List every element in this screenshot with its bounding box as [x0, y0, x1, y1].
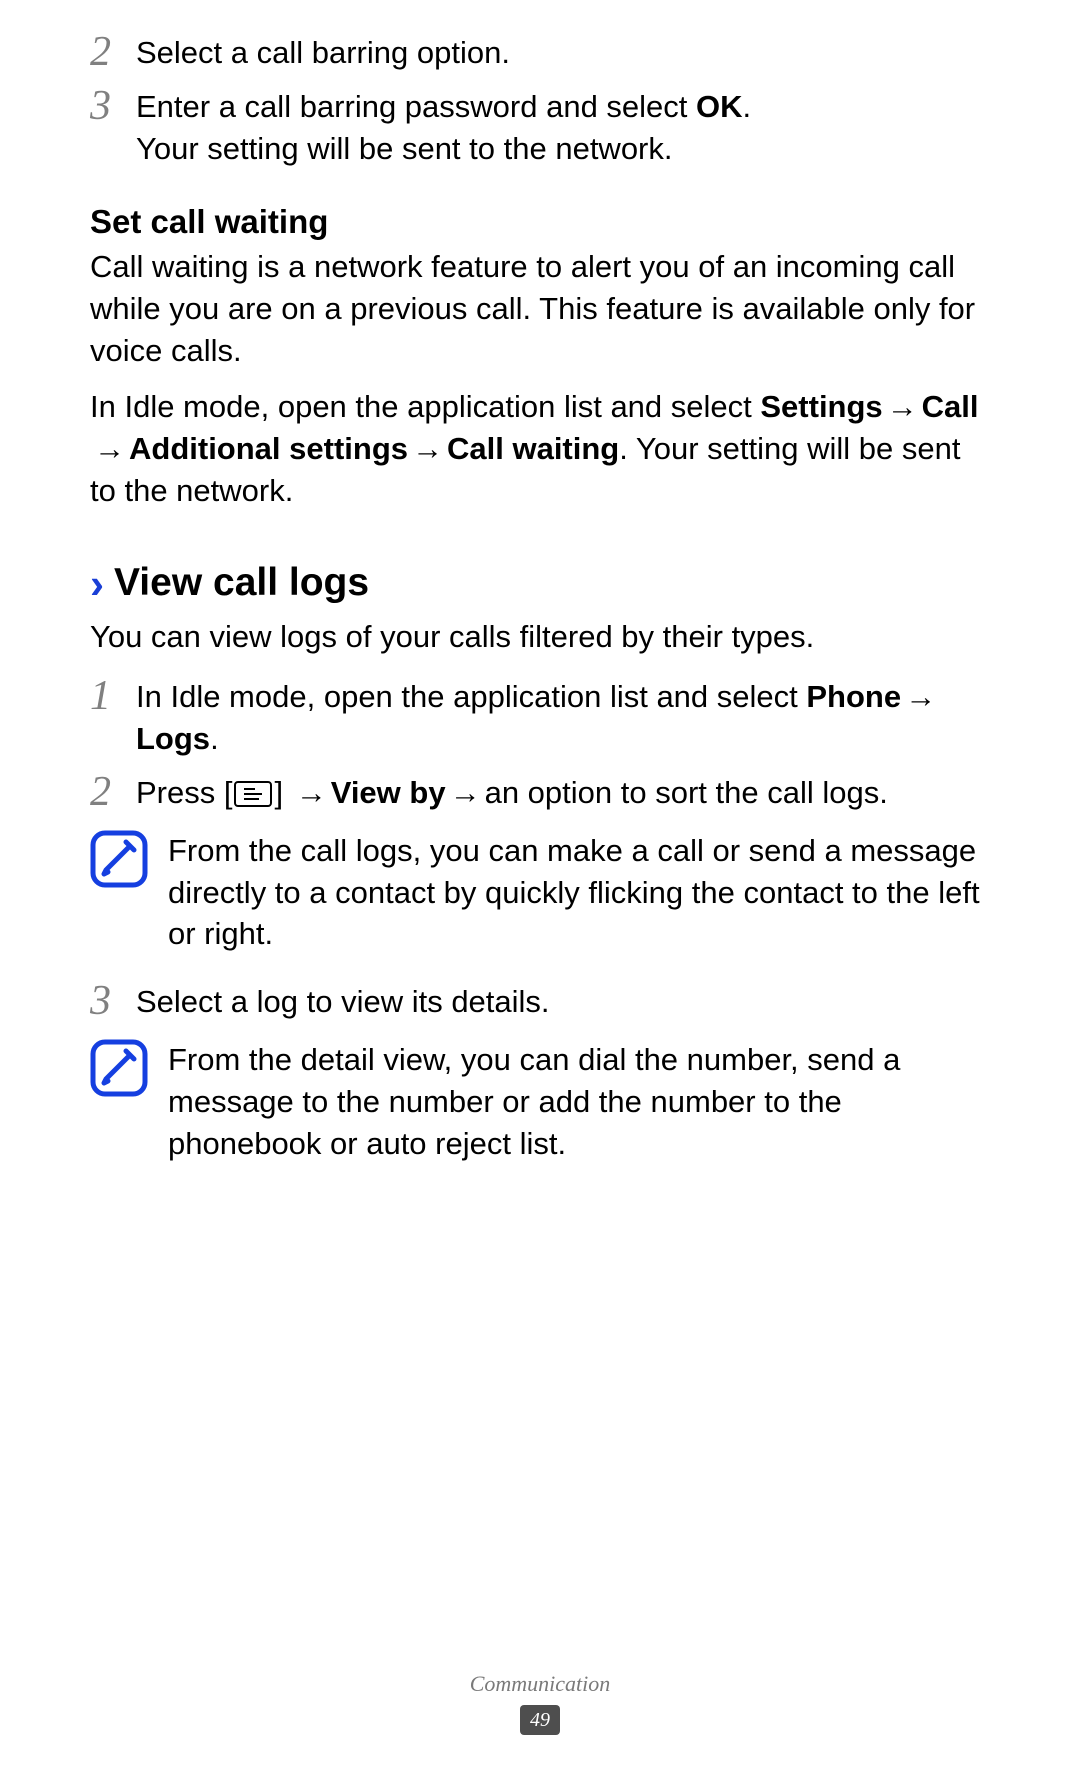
text-fragment: an option to sort the call logs.: [485, 775, 888, 810]
step-number: 3: [90, 979, 136, 1023]
arrow-icon: →: [883, 386, 922, 428]
text-fragment: In Idle mode, open the application list …: [90, 389, 760, 424]
note-block: From the call logs, you can make a call …: [90, 830, 990, 956]
step-2-logs: 2 Press [] → View by → an option to sort…: [90, 770, 990, 814]
step-text: Select a call barring option.: [136, 30, 990, 74]
section-heading-view-call-logs: › View call logs: [90, 557, 990, 610]
note-icon: [90, 830, 148, 888]
step-3-logs: 3 Select a log to view its details.: [90, 979, 990, 1023]
subheading-call-waiting: Set call waiting: [90, 200, 990, 245]
bold-path: Call: [922, 389, 979, 424]
bold-ok: OK: [696, 89, 743, 124]
chevron-right-icon: ›: [90, 563, 104, 605]
arrow-icon: →: [292, 772, 331, 814]
note-icon: [90, 1039, 148, 1097]
text-fragment: ]: [274, 775, 291, 810]
step-text: Select a log to view its details.: [136, 979, 990, 1023]
step-text: Enter a call barring password and select…: [136, 84, 990, 170]
text-fragment: Your setting will be sent to the network…: [136, 131, 673, 166]
arrow-icon: →: [446, 772, 485, 814]
bold-path: Additional settings: [129, 431, 408, 466]
step-3-barring: 3 Enter a call barring password and sele…: [90, 84, 990, 170]
paragraph: Call waiting is a network feature to ale…: [90, 246, 990, 372]
arrow-icon: →: [408, 428, 447, 470]
paragraph: In Idle mode, open the application list …: [90, 386, 990, 512]
note-block: From the detail view, you can dial the n…: [90, 1039, 990, 1165]
page-footer: Communication 49: [0, 1669, 1080, 1735]
bold-view-by: View by: [331, 775, 446, 810]
text-fragment: .: [210, 721, 219, 756]
note-text: From the detail view, you can dial the n…: [168, 1039, 990, 1165]
bold-path: Logs: [136, 721, 210, 756]
text-fragment: Press [: [136, 775, 232, 810]
step-1-logs: 1 In Idle mode, open the application lis…: [90, 674, 990, 760]
note-text: From the call logs, you can make a call …: [168, 830, 990, 956]
text-fragment: .: [743, 89, 752, 124]
manual-page: 2 Select a call barring option. 3 Enter …: [0, 0, 1080, 1771]
step-number: 3: [90, 84, 136, 128]
paragraph: You can view logs of your calls filtered…: [90, 616, 990, 658]
menu-lines-icon: [244, 788, 262, 800]
footer-section-name: Communication: [0, 1669, 1080, 1699]
text-fragment: In Idle mode, open the application list …: [136, 679, 806, 714]
text-fragment: Enter a call barring password and select: [136, 89, 696, 124]
arrow-icon: →: [901, 676, 940, 718]
heading-text: View call logs: [114, 557, 369, 610]
menu-key-icon: [234, 781, 272, 807]
step-text: Press [] → View by → an option to sort t…: [136, 770, 990, 814]
step-2-barring: 2 Select a call barring option.: [90, 30, 990, 74]
step-number: 2: [90, 30, 136, 74]
arrow-icon: →: [90, 428, 129, 470]
step-number: 1: [90, 674, 136, 718]
bold-path: Phone: [806, 679, 901, 714]
bold-path: Call waiting: [447, 431, 619, 466]
page-number-badge: 49: [520, 1705, 560, 1735]
bold-path: Settings: [760, 389, 882, 424]
step-number: 2: [90, 770, 136, 814]
step-text: In Idle mode, open the application list …: [136, 674, 990, 760]
